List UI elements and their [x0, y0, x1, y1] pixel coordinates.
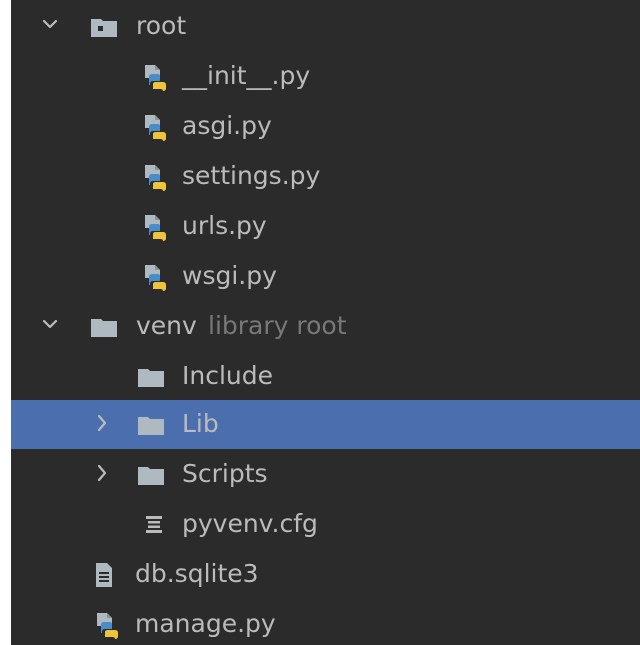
config-file-icon — [139, 510, 169, 540]
package-folder-icon — [89, 12, 119, 42]
tree-node-label: __init__.py — [182, 61, 311, 90]
tree-node-label: db.sqlite3 — [135, 559, 259, 588]
tree-node-label: pyvenv.cfg — [182, 509, 318, 538]
tree-node-pyvenv-cfg[interactable]: pyvenv.cfg — [11, 500, 640, 549]
folder-icon — [136, 410, 166, 440]
project-tree-panel: root __init__.py asgi.py settings.py url… — [11, 0, 640, 645]
tree-node-manage-py[interactable]: manage.py — [11, 600, 640, 645]
folder-icon — [89, 312, 119, 342]
chevron-down-icon[interactable] — [41, 313, 59, 337]
python-file-icon — [91, 610, 121, 640]
tree-node-label: venv — [136, 311, 197, 340]
python-file-icon — [139, 212, 169, 242]
tree-node-asgi-py[interactable]: asgi.py — [11, 102, 640, 151]
folder-icon — [136, 460, 166, 490]
python-file-icon — [139, 262, 169, 292]
tree-node-label: root — [136, 11, 187, 40]
library-root-hint: library root — [208, 311, 347, 340]
tree-node-scripts[interactable]: Scripts — [11, 450, 640, 499]
tree-node-db-sqlite3[interactable]: db.sqlite3 — [11, 550, 640, 599]
tree-node-init-py[interactable]: __init__.py — [11, 52, 640, 101]
tree-node-label: settings.py — [182, 161, 321, 190]
tree-node-label: Scripts — [182, 459, 268, 488]
tree-node-wsgi-py[interactable]: wsgi.py — [11, 252, 640, 301]
tree-node-label: wsgi.py — [182, 261, 277, 290]
python-file-icon — [139, 112, 169, 142]
tree-node-label: urls.py — [182, 211, 267, 240]
python-file-icon — [139, 162, 169, 192]
python-file-icon — [139, 62, 169, 92]
tree-node-root[interactable]: root — [11, 2, 640, 51]
tree-node-label: Include — [182, 361, 274, 390]
chevron-right-icon[interactable] — [93, 411, 111, 435]
tree-node-urls-py[interactable]: urls.py — [11, 202, 640, 251]
tree-node-label: manage.py — [135, 609, 276, 638]
chevron-down-icon[interactable] — [41, 13, 59, 37]
tree-node-lib[interactable]: Lib — [11, 400, 640, 449]
tree-node-label: Lib — [182, 409, 219, 438]
tree-node-include[interactable]: Include — [11, 352, 640, 401]
text-file-icon — [89, 560, 119, 590]
tree-node-settings-py[interactable]: settings.py — [11, 152, 640, 201]
chevron-right-icon[interactable] — [93, 461, 111, 485]
tree-node-label: asgi.py — [182, 111, 272, 140]
tree-node-venv[interactable]: venv library root — [11, 302, 640, 351]
folder-icon — [136, 362, 166, 392]
